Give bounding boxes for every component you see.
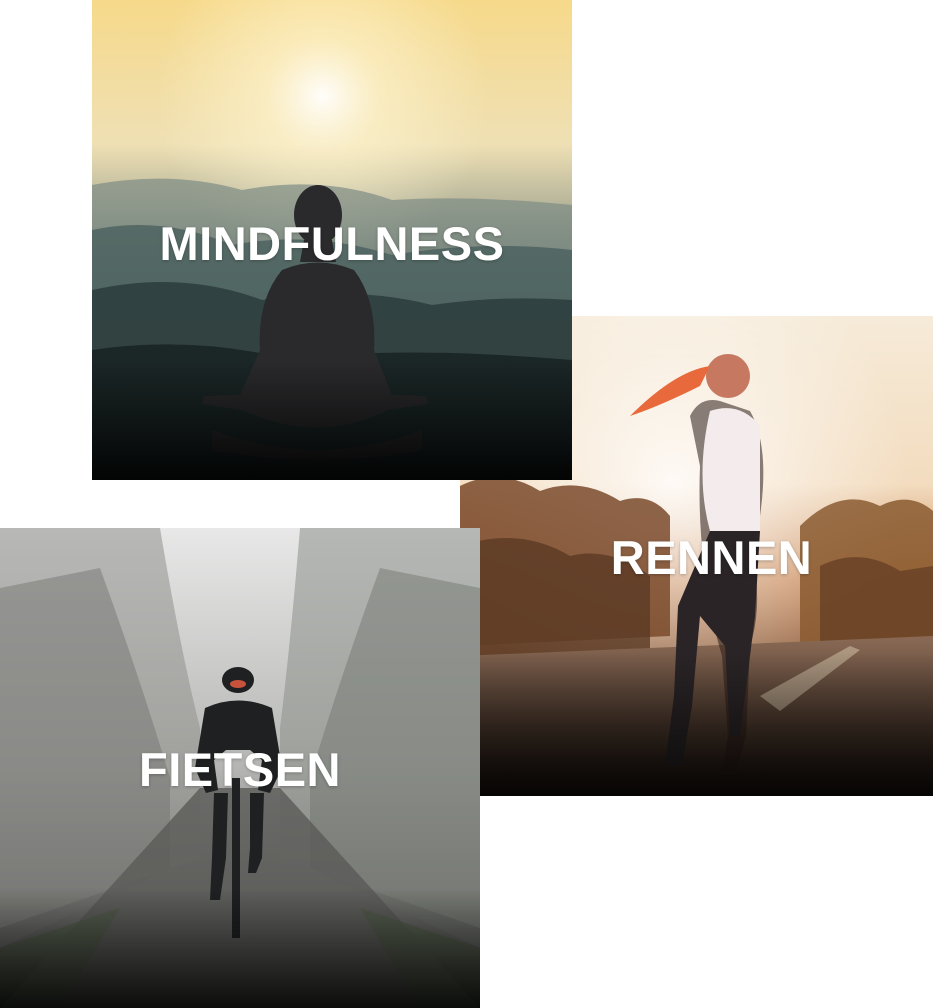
card-title: MINDFULNESS xyxy=(159,217,505,270)
card-title: RENNEN xyxy=(610,531,813,584)
category-card-fietsen[interactable]: FIETSEN xyxy=(0,528,480,1008)
category-card-mindfulness[interactable]: MINDFULNESS xyxy=(92,0,572,480)
card-title: FIETSEN xyxy=(139,743,341,796)
